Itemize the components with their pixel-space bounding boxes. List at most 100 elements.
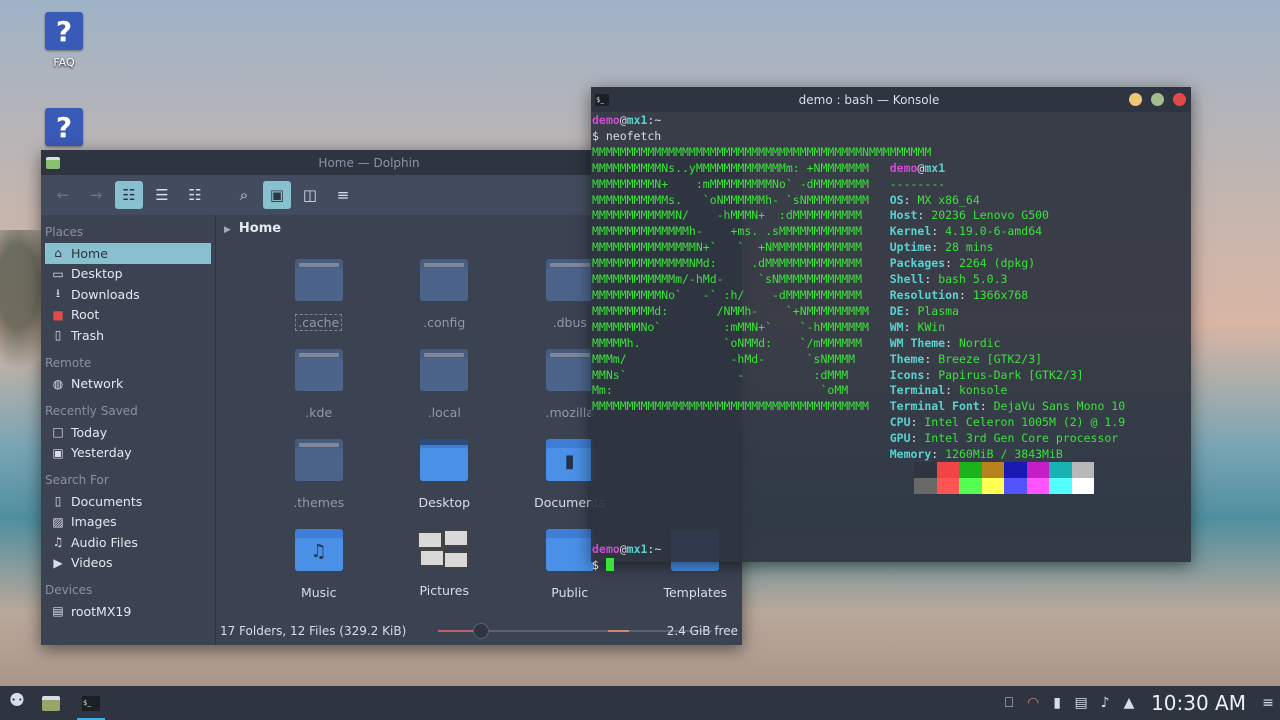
ascii-logo-line: MMMMMMMMMMMMMMMMMMMMMMMMMMMMMMMMMMMMMMMN… xyxy=(592,144,932,159)
status-summary: 17 Folders, 12 Files (329.2 KiB) xyxy=(220,624,407,638)
help-icon: ? xyxy=(45,12,83,50)
maximize-button[interactable] xyxy=(1151,93,1164,106)
places-item-label: Audio Files xyxy=(71,534,138,550)
compact-view-button[interactable]: ☰ xyxy=(148,181,176,209)
desktop-icon-faq[interactable]: ? FAQ xyxy=(44,12,84,69)
ascii-logo-line: MMMMMMMMMMMMN/ -hMMMN+ :dMMMMMMMMMM xyxy=(592,208,890,223)
hamburger-menu-button[interactable]: ≡ xyxy=(329,181,357,209)
places-item-yesterday[interactable]: ▣ Yesterday xyxy=(45,443,211,464)
info-key: Host xyxy=(889,208,918,223)
system-tray: ⎕ ◠ ▮ ▤ ♪ ▲ 10:30 AM ≡ xyxy=(997,686,1280,720)
application-menu-button[interactable]: ⚉ xyxy=(5,690,29,716)
folder-front xyxy=(294,268,343,301)
info-colon: : xyxy=(917,208,932,223)
color-swatch xyxy=(981,462,1004,478)
file-item-local[interactable]: .local xyxy=(382,349,508,439)
expand-tray-icon[interactable]: ▲ xyxy=(1117,695,1141,711)
root-icon: ■ xyxy=(52,307,64,322)
minimize-button[interactable] xyxy=(1129,93,1142,106)
file-item-pictures[interactable]: Pictures xyxy=(382,529,508,619)
file-name: .kde xyxy=(305,405,333,420)
battery-icon[interactable]: ▮ xyxy=(1045,695,1069,711)
ascii-logo-line: MMNs` - :dMMM xyxy=(592,367,890,382)
clock[interactable]: 10:30 AM xyxy=(1151,691,1246,715)
places-section-remote: Remote xyxy=(45,355,92,370)
info-colon: : xyxy=(945,383,959,398)
zoom-slider-handle[interactable] xyxy=(472,623,489,639)
color-swatch xyxy=(914,478,937,494)
clipboard-icon[interactable]: ▤ xyxy=(1069,695,1093,711)
folder-icon xyxy=(294,439,343,481)
places-item-network[interactable]: ◍ Network xyxy=(45,374,211,395)
info-user: demo xyxy=(889,160,918,175)
file-item-config[interactable]: .config xyxy=(382,259,508,349)
terminal-output[interactable]: demo@mx1:~ $ neofetch MMMMMMMMMMMMMMMMMMMM… xyxy=(592,113,1125,574)
close-button[interactable] xyxy=(1173,93,1186,106)
ascii-logo-line: MMMMMMMMMMMMMMNMd: .dMMMMMMMMMMMMMM xyxy=(592,256,890,271)
info-value: Plasma xyxy=(917,303,959,318)
ascii-logo-line: MMMMMMMMMN+ :mMMMMMMMMMNo` -dMMMMMMMM xyxy=(592,176,890,191)
breadcrumb-home[interactable]: Home xyxy=(239,221,281,236)
hamburger-menu-icon: ≡ xyxy=(336,186,350,204)
prompt-path: :~ xyxy=(647,113,662,127)
places-item-documents[interactable]: ▯ Documents xyxy=(45,491,211,512)
places-item-desktop[interactable]: ▭ Desktop xyxy=(45,264,211,285)
places-item-downloads[interactable]: ⭳ Downloads xyxy=(45,284,211,305)
info-key: Resolution xyxy=(889,287,959,302)
info-colon: : xyxy=(903,319,918,334)
task-konsole[interactable]: $_ xyxy=(73,686,109,720)
file-name: .themes xyxy=(293,495,345,510)
info-colon: : xyxy=(910,415,925,430)
details-view-button[interactable]: ☷ xyxy=(181,181,209,209)
file-item-cache[interactable]: .cache xyxy=(256,259,382,349)
places-item-audio-files[interactable]: ♫ Audio Files xyxy=(45,532,211,553)
panel-menu-icon[interactable]: ≡ xyxy=(1256,695,1280,711)
split-view-button[interactable]: ◫ xyxy=(296,181,324,209)
usb-icon[interactable]: ⎕ xyxy=(997,695,1021,711)
file-item-desktop[interactable]: Desktop xyxy=(382,439,508,529)
places-item-videos[interactable]: ▶ Videos xyxy=(45,553,211,574)
places-item-today[interactable]: □ Today xyxy=(45,422,211,443)
info-value: Intel 3rd Gen Core processor xyxy=(924,431,1119,446)
forward-button[interactable]: → xyxy=(82,181,110,209)
info-divider: -------- xyxy=(889,176,946,191)
desktop-screen-icon xyxy=(420,439,469,445)
desktop-icon-help[interactable]: ? xyxy=(44,108,84,146)
places-item-trash[interactable]: ▯ Trash xyxy=(45,325,211,346)
prompt-host: mx1 xyxy=(626,113,648,127)
places-item-home[interactable]: ⌂ Home xyxy=(45,243,211,264)
command-line: $ neofetch xyxy=(592,128,662,143)
terminal-icon: $_ xyxy=(82,695,100,711)
info-colon: : xyxy=(931,224,946,239)
info-key: Kernel xyxy=(889,224,932,239)
file-item-kde[interactable]: .kde xyxy=(256,349,382,439)
color-swatch xyxy=(914,462,937,478)
status-bar: 17 Folders, 12 Files (329.2 KiB) 2.4 GiB… xyxy=(216,617,742,645)
search-button[interactable]: ⌕ xyxy=(230,181,258,209)
ascii-logo-line: MMMMMMMMMMMMMMMMMMMMMMMMMMMMMMMMMMMMMMMM xyxy=(592,399,890,414)
icons-view-button[interactable]: ☷ xyxy=(115,181,143,209)
preview-button[interactable]: ▣ xyxy=(263,181,291,209)
task-dolphin[interactable] xyxy=(33,686,69,720)
file-item-themes[interactable]: .themes xyxy=(256,439,382,529)
color-swatch xyxy=(1049,462,1072,478)
info-value: Intel Celeron 1005M (2) @ 1.9 xyxy=(924,415,1126,430)
ascii-logo-line: MMMMMMMMMd: /NMMh- `+NMMMMMMMMM xyxy=(592,303,890,318)
places-item-images[interactable]: ▨ Images xyxy=(45,512,211,533)
file-item-music[interactable]: ♫ Music xyxy=(256,529,382,619)
places-item-root[interactable]: ■ Root xyxy=(45,305,211,326)
desktop-icon: ▭ xyxy=(52,266,64,281)
wifi-icon[interactable]: ◠ xyxy=(1021,695,1045,711)
volume-icon[interactable]: ♪ xyxy=(1093,695,1117,711)
ascii-pad xyxy=(592,415,890,429)
back-button[interactable]: ← xyxy=(49,181,77,209)
places-item-rootmx19[interactable]: ▤ rootMX19 xyxy=(45,601,211,622)
grid-icon: ☷ xyxy=(122,186,136,204)
konsole-titlebar[interactable]: $_ demo : bash — Konsole xyxy=(591,87,1191,112)
folder-tab xyxy=(298,443,339,447)
photo-icon xyxy=(443,529,470,547)
zoom-slider[interactable] xyxy=(438,623,608,639)
color-swatch xyxy=(959,462,982,478)
konsole-window: $_ demo : bash — Konsole demo@mx1:~ $ neo… xyxy=(591,87,1191,572)
breadcrumb[interactable]: ▶ Home xyxy=(224,221,281,236)
